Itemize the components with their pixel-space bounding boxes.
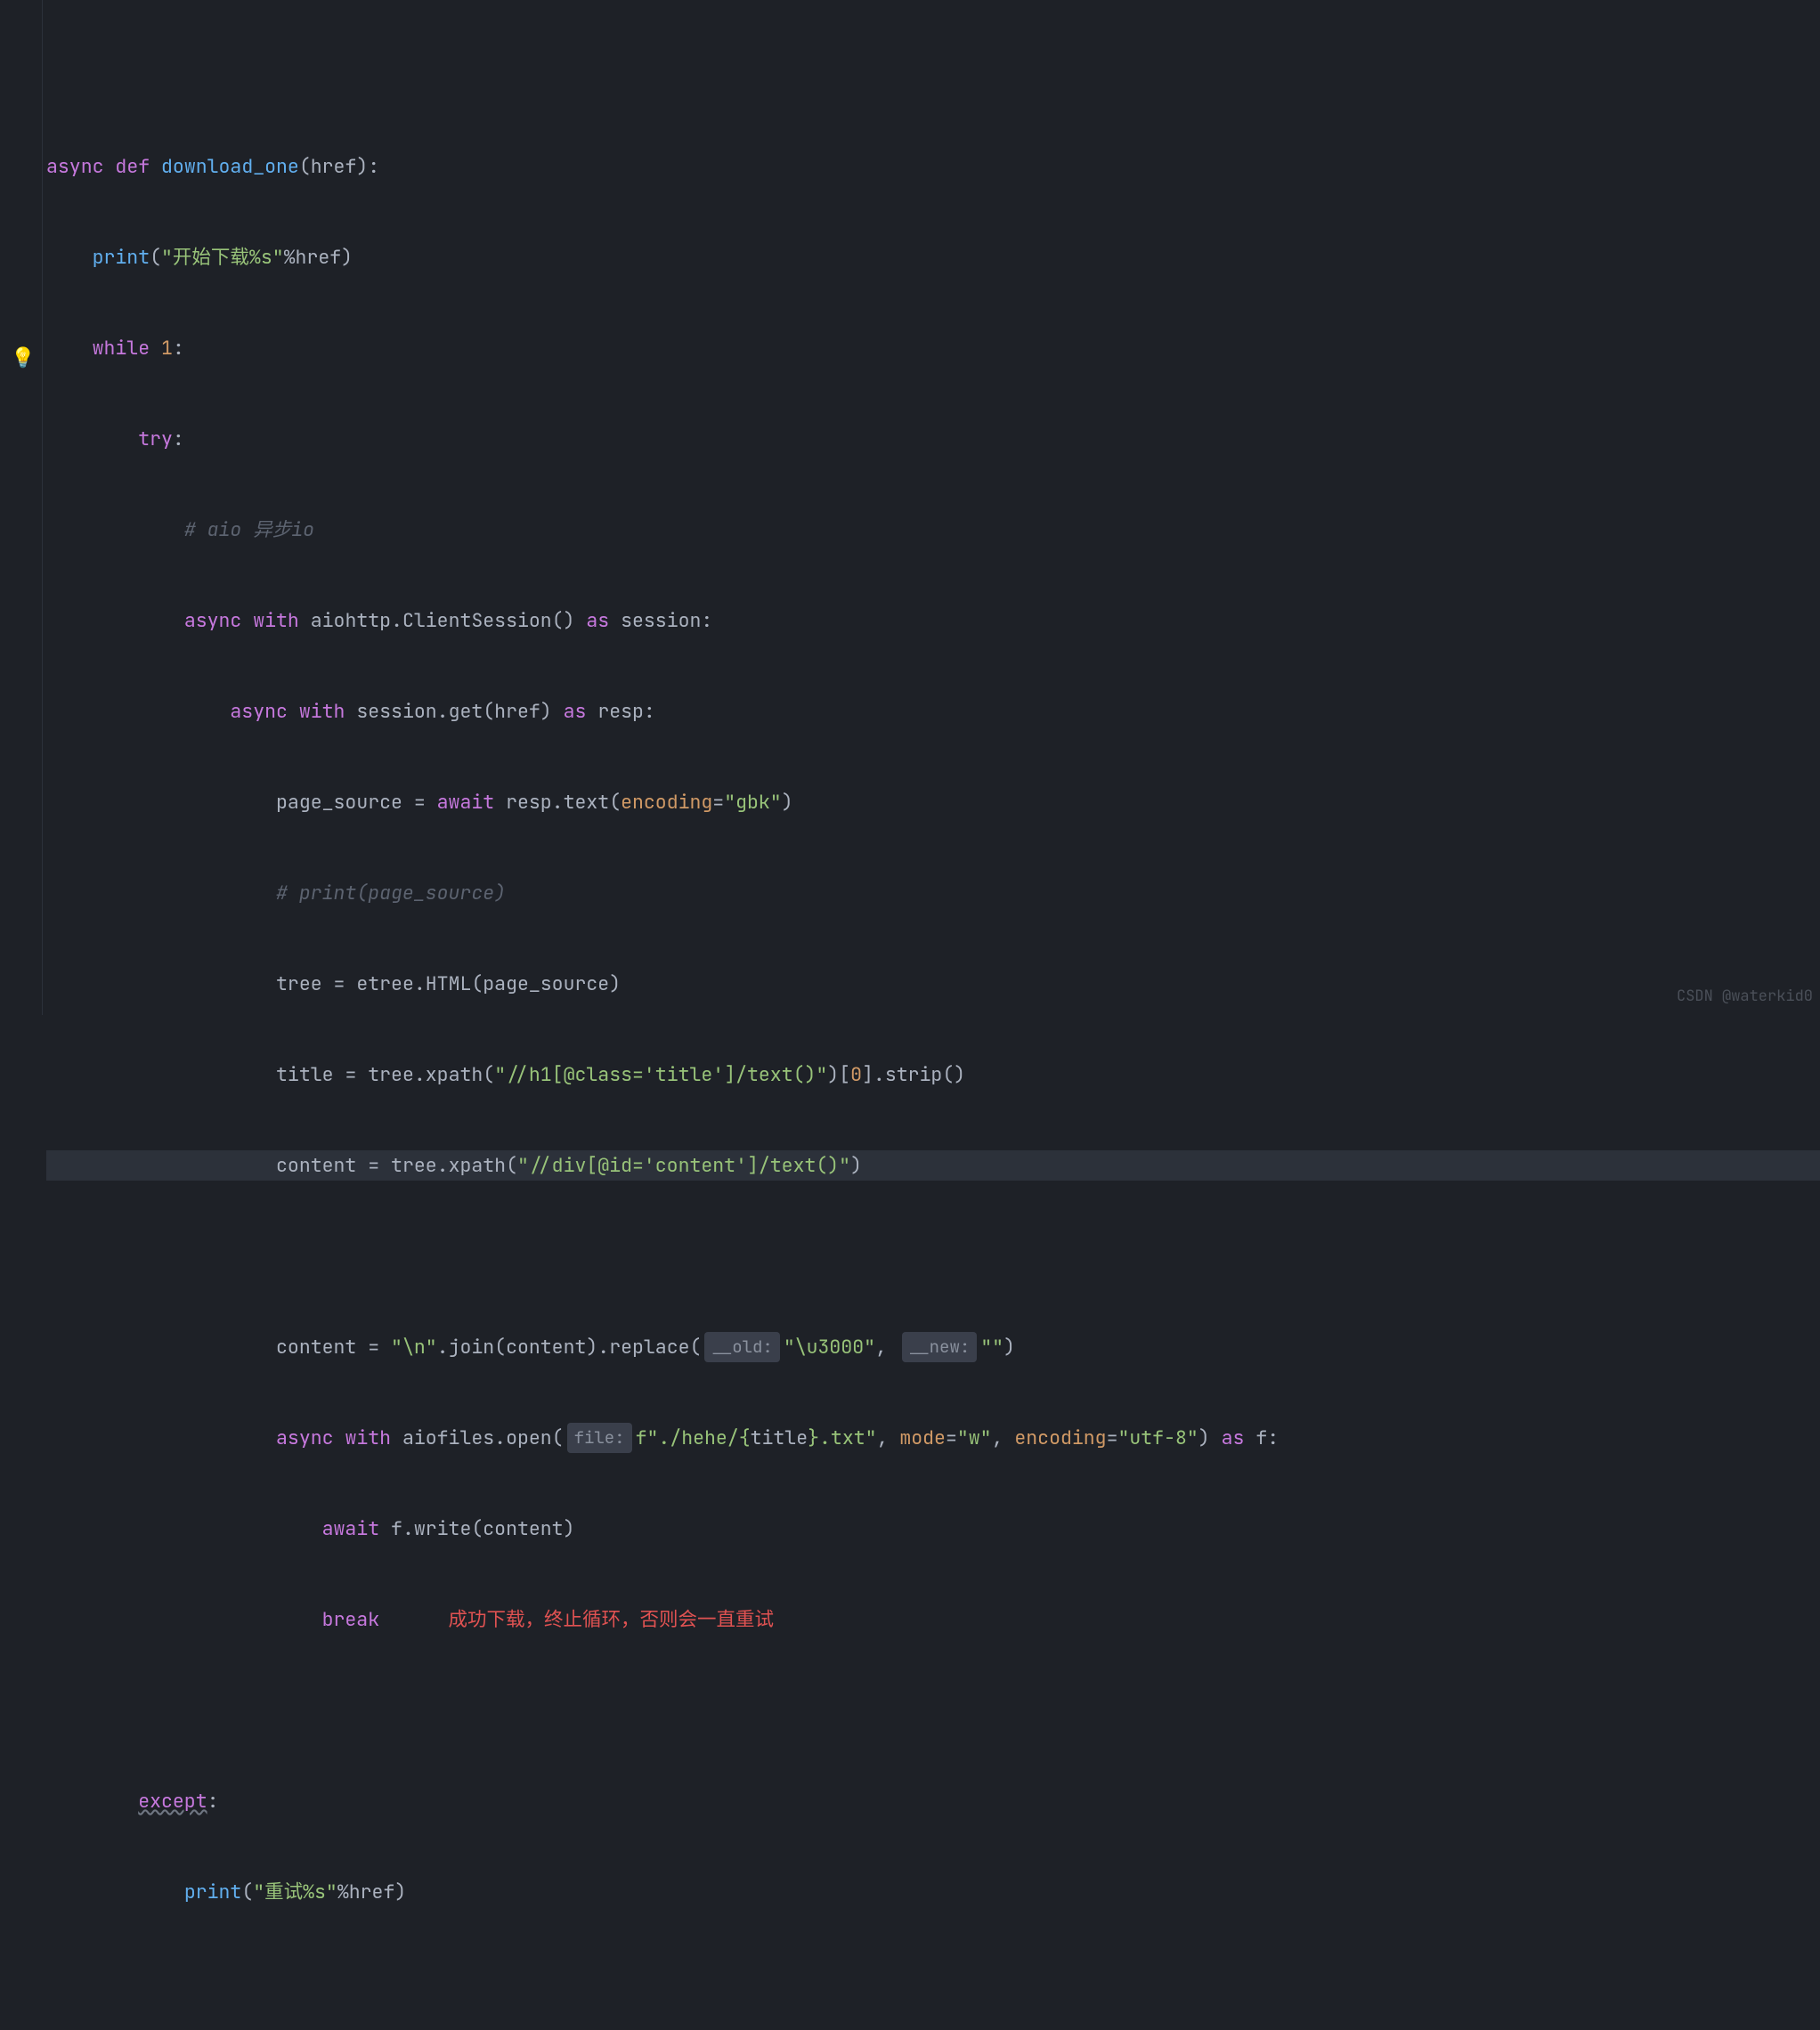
code-line bbox=[46, 1241, 1820, 1271]
code-line: except: bbox=[46, 1786, 1820, 1816]
keyword-def: def bbox=[115, 151, 150, 182]
inline-annotation: 成功下载，终止循环，否则会一直重试 bbox=[449, 1604, 775, 1635]
param-hint: file: bbox=[567, 1423, 632, 1453]
code-line-active: content = tree.xpath("//div[@id='content… bbox=[46, 1150, 1820, 1181]
code-area[interactable]: async def download_one(href): print("开始下… bbox=[43, 0, 1820, 1015]
code-line: # print(page_source) bbox=[46, 878, 1820, 908]
comment: # aio 异步io bbox=[184, 515, 314, 545]
code-line: async def download_one(href): bbox=[46, 151, 1820, 182]
code-line: async with session.get(href) as resp: bbox=[46, 696, 1820, 727]
code-line: # aio 异步io bbox=[46, 515, 1820, 545]
keyword-except: except bbox=[138, 1786, 207, 1816]
code-editor[interactable]: 💡 async def download_one(href): print("开… bbox=[0, 0, 1820, 1015]
code-line: await f.write(content) bbox=[46, 1514, 1820, 1544]
code-line: try: bbox=[46, 424, 1820, 454]
code-line: page_source = await resp.text(encoding="… bbox=[46, 787, 1820, 817]
code-line bbox=[46, 1695, 1820, 1726]
code-line: break 成功下载，终止循环，否则会一直重试 bbox=[46, 1604, 1820, 1635]
code-line: tree = etree.HTML(page_source) bbox=[46, 969, 1820, 999]
fn-print: print bbox=[93, 242, 150, 272]
code-line: while 1: bbox=[46, 333, 1820, 363]
code-line: async with aiofiles.open(file:f"./hehe/{… bbox=[46, 1423, 1820, 1453]
code-line: async with aiohttp.ClientSession() as se… bbox=[46, 605, 1820, 636]
code-line: title = tree.xpath("//h1[@class='title']… bbox=[46, 1060, 1820, 1090]
string: "开始下载%s" bbox=[161, 242, 284, 272]
code-line bbox=[46, 1968, 1820, 1998]
code-line: print("开始下载%s"%href) bbox=[46, 242, 1820, 272]
keyword-async: async bbox=[46, 151, 104, 182]
lightbulb-icon[interactable]: 💡 bbox=[11, 343, 35, 373]
comment: # print(page_source) bbox=[276, 878, 506, 908]
param: href bbox=[311, 151, 357, 182]
param-hint: __old: bbox=[704, 1332, 779, 1362]
code-line: content = "\n".join(content).replace(__o… bbox=[46, 1332, 1820, 1362]
function-name: download_one bbox=[161, 151, 299, 182]
code-line: print("重试%s"%href) bbox=[46, 1877, 1820, 1907]
param-hint: __new: bbox=[902, 1332, 977, 1362]
code-line bbox=[46, 61, 1820, 91]
editor-gutter: 💡 bbox=[0, 0, 43, 1015]
watermark: CSDN @waterkid0 bbox=[1677, 981, 1813, 1011]
